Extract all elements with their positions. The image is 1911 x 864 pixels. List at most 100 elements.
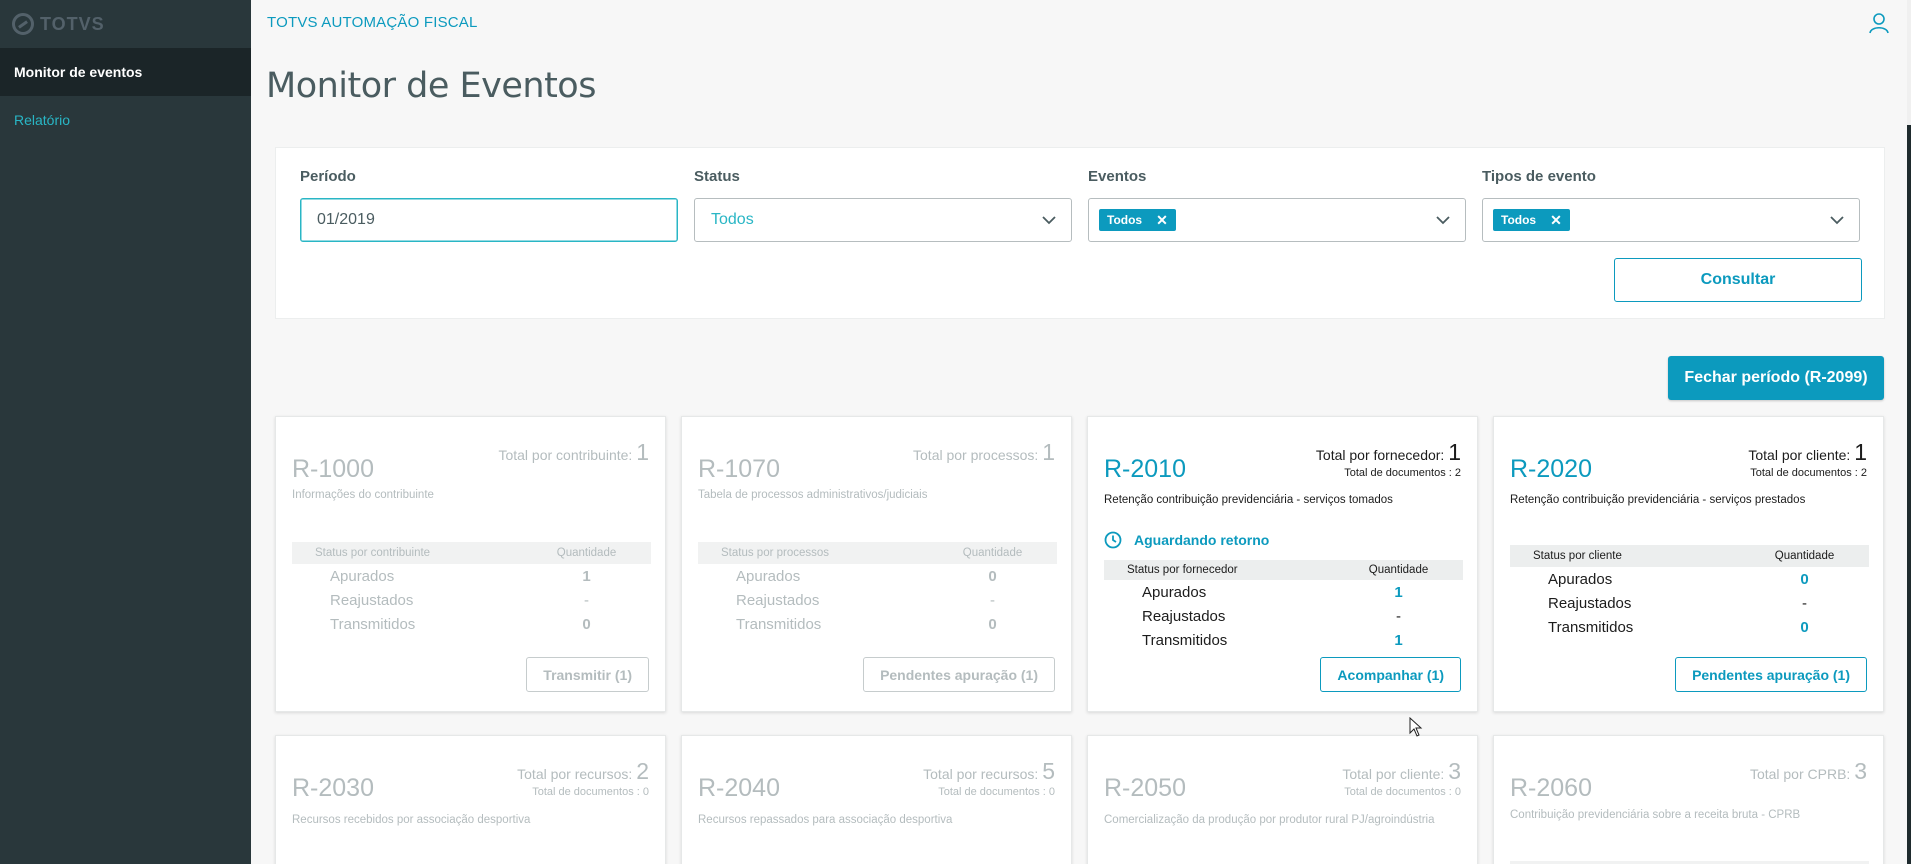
total-label: Total por recursos: [923,766,1039,782]
column-header-status: Status por cliente [1533,550,1622,562]
total-value: 3 [1854,758,1867,784]
event-code: R-2020 [1510,455,1592,483]
total-value: 3 [1448,758,1461,784]
periodo-value: 01/2019 [317,211,375,228]
periodo-field: Período 01/2019 [300,168,678,242]
total-documentos: Total de documentos : 0 [938,786,1055,798]
row-value-link[interactable]: 1 [1334,584,1463,601]
row-label: Reajustados [736,591,820,609]
event-description: Comercialização da produção por produtor… [1104,814,1435,826]
chevron-down-icon [1042,216,1056,225]
row-value: - [1396,607,1401,625]
chevron-down-icon [1436,216,1450,225]
table-row: Reajustados - [1510,591,1869,615]
pendentes-apuracao-button[interactable]: Pendentes apuração (1) [863,657,1055,692]
status-select[interactable]: Todos [694,198,1072,242]
row-value: 0 [988,615,997,633]
mouse-cursor-icon [1409,717,1423,737]
event-code: R-1000 [292,455,374,483]
consultar-button[interactable]: Consultar [1614,258,1862,302]
totvs-logo-icon [12,13,34,35]
total-value: 1 [1854,439,1867,465]
event-description: Retenção contribuição previdenciária - s… [1510,494,1806,506]
tipos-label: Tipos de evento [1482,168,1596,185]
tipos-multiselect[interactable]: Todos ✕ [1482,198,1860,242]
row-value: 1 [582,567,591,585]
table-row: Apurados 0 [698,564,1057,588]
total-label: Total por processos: [913,447,1039,463]
row-value: - [1802,594,1807,612]
card-total: Total por contribuinte: 1 [498,439,649,466]
tipos-tag-label: Todos [1501,213,1537,227]
total-label: Total por contribuinte: [498,447,633,463]
event-code: R-2030 [292,774,374,802]
status-value: Todos [711,211,754,228]
status-table: Status por processos Quantidade Apurados 0… [698,542,1057,636]
tipos-field: Tipos de evento Todos ✕ [1482,168,1860,242]
total-value: 1 [1042,439,1055,465]
event-card-r2020: Total por cliente: 1 Total de documentos… [1493,416,1884,712]
row-label: Transmitidos [736,615,822,633]
total-label: Total por recursos: [517,766,633,782]
fechar-periodo-button[interactable]: Fechar período (R-2099) [1668,356,1884,400]
total-label: Total por CPRB: [1749,766,1851,782]
totvs-logo[interactable]: TOTVS [0,0,251,48]
total-label: Total por cliente: [1748,447,1851,463]
table-row: Transmitidos 0 [292,612,651,636]
close-icon[interactable]: ✕ [1550,212,1562,229]
event-card-r2010: Total por fornecedor: 1 Total de documen… [1087,416,1478,712]
column-header-quantidade: Quantidade [556,547,617,559]
row-label: Reajustados [1548,594,1632,612]
total-documentos: Total de documentos : 0 [1344,786,1461,798]
column-header-status: Status por fornecedor [1127,564,1238,576]
event-card-r2040: Total por recursos: 5 Total de documento… [681,735,1072,864]
total-label: Total por fornecedor: [1315,447,1445,463]
card-total: Total por cliente: 1 [1748,439,1867,466]
scrollbar[interactable] [1907,0,1911,864]
transmitir-button[interactable]: Transmitir (1) [526,657,649,692]
close-icon[interactable]: ✕ [1156,212,1168,229]
event-description: Recursos repassados para associação desp… [698,814,953,826]
periodo-label: Período [300,168,356,185]
table-row: Transmitidos 1 [1104,628,1463,652]
total-documentos: Total de documentos : 2 [1750,467,1867,479]
total-label: Total por cliente: [1342,766,1445,782]
column-header-status: Status por contribuinte [315,547,431,559]
column-header-quantidade: Quantidade [1368,564,1429,576]
row-value: 0 [988,567,997,585]
eventos-field: Eventos Todos ✕ [1088,168,1466,242]
table-header: Status por processos Quantidade [698,542,1057,564]
card-total: Total por fornecedor: 1 [1316,439,1461,466]
event-description: Retenção contribuição previdenciária - s… [1104,494,1393,506]
user-icon[interactable] [1868,12,1890,34]
brand-name: TOTVS [40,13,105,34]
row-label: Apurados [1548,570,1613,588]
status-table: Status por cliente Quantidade Apurados 0 R… [1510,545,1869,639]
column-header-status: Status por processos [721,547,830,559]
periodo-input[interactable]: 01/2019 [300,198,678,242]
card-total: Total por processos: 1 [913,439,1055,466]
event-card-r2060: Total por CPRB: 3 R-2060 Contribuição pr… [1493,735,1884,864]
scrollbar-thumb[interactable] [1907,125,1911,864]
table-row: Reajustados - [698,588,1057,612]
clock-icon [1104,531,1122,549]
pendentes-apuracao-button[interactable]: Pendentes apuração (1) [1675,657,1867,692]
eventos-tag-label: Todos [1107,213,1143,227]
row-label: Transmitidos [330,615,416,633]
chevron-down-icon [1830,216,1844,225]
card-total: Total por CPRB: 3 [1750,758,1867,785]
row-value-link[interactable]: 0 [1740,571,1869,588]
total-documentos: Total de documentos : 2 [1344,467,1461,479]
table-header: Status por fornecedor Quantidade [1104,560,1463,580]
row-value-link[interactable]: 1 [1334,632,1463,649]
sidebar-item-relatorio[interactable]: Relatório [0,96,251,144]
card-total: Total por cliente: 3 [1342,758,1461,785]
event-code: R-2010 [1104,455,1186,483]
event-description: Recursos recebidos por associação despor… [292,814,531,826]
status-table: Status por fornecedor Quantidade Apurados… [1104,560,1463,652]
event-code: R-1070 [698,455,780,483]
sidebar-item-monitor-de-eventos[interactable]: Monitor de eventos [0,48,251,96]
row-value-link[interactable]: 0 [1740,619,1869,636]
acompanhar-button[interactable]: Acompanhar (1) [1320,657,1461,692]
eventos-multiselect[interactable]: Todos ✕ [1088,198,1466,242]
